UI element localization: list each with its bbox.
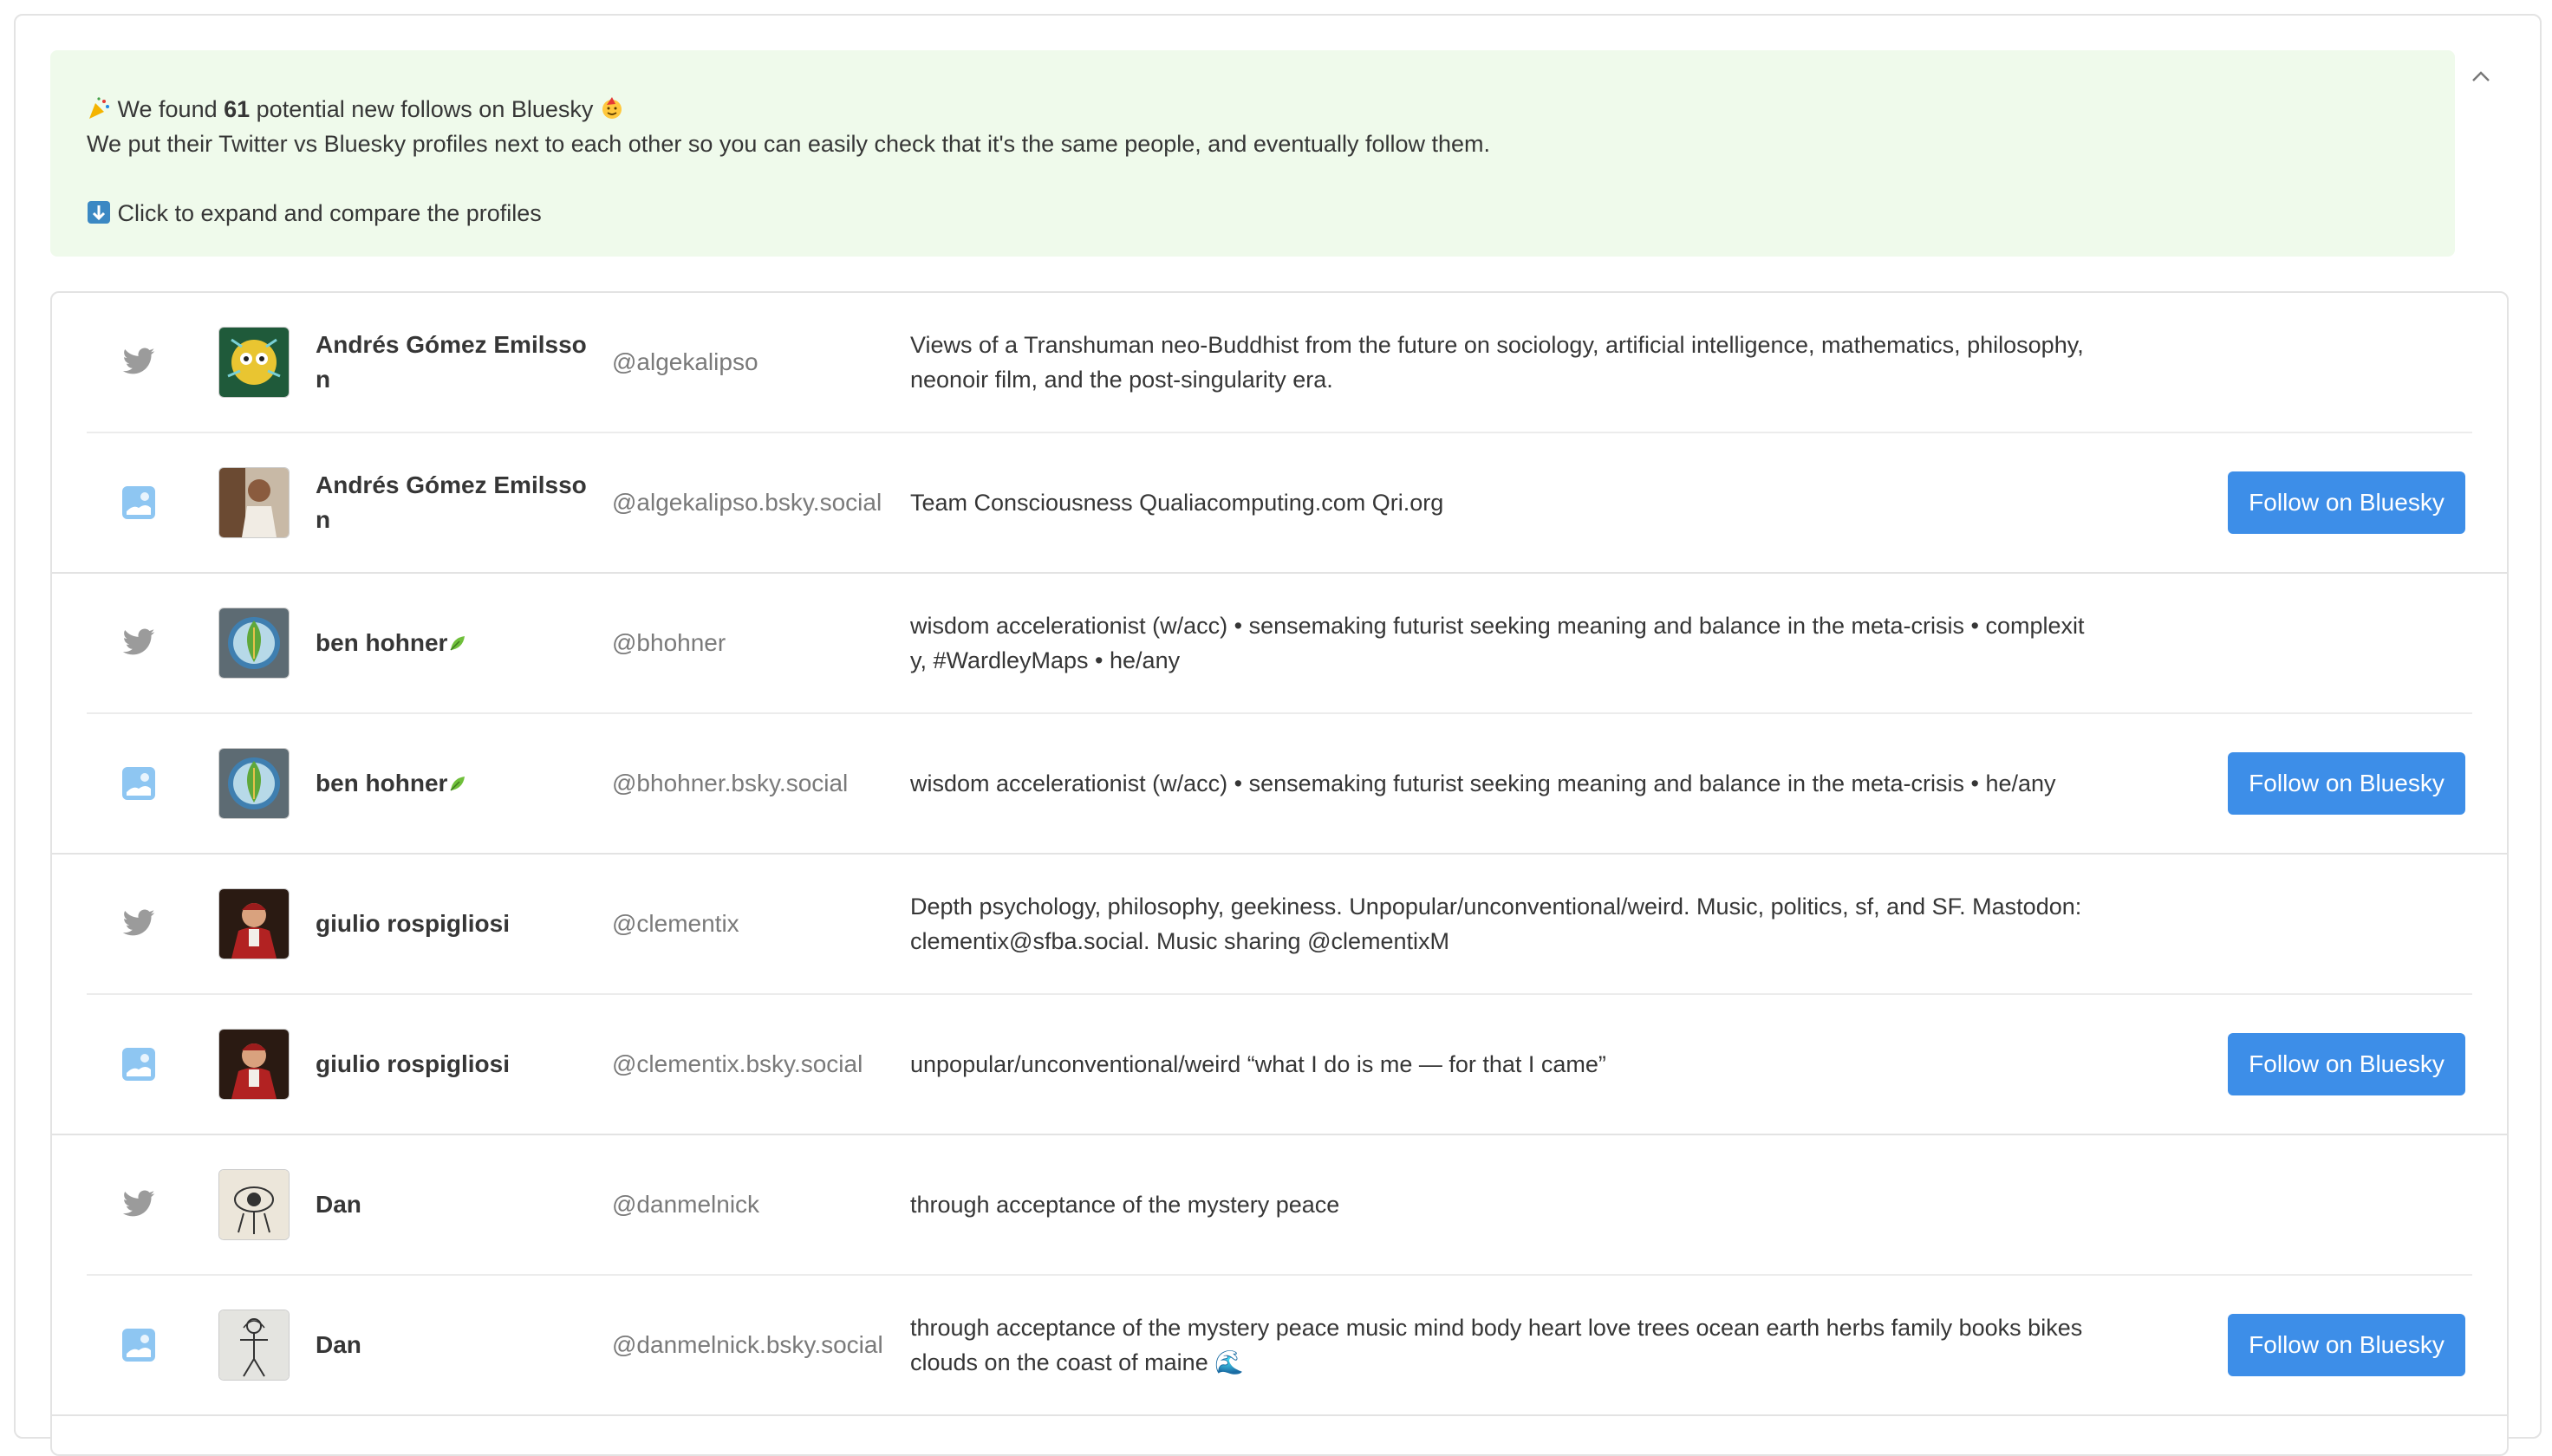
profile-name: giulio rospigliosi — [316, 1050, 510, 1077]
profile-handle[interactable]: @bhohner.bsky.social — [612, 770, 889, 797]
profile-bio: Team Consciousness Qualiacomputing.com Q… — [910, 490, 1444, 516]
chevron-up-icon — [2472, 71, 2490, 81]
profile-pair[interactable]: Andrés Gómez Emilsson @algekalipso Views… — [52, 293, 2507, 574]
party-face-icon — [602, 97, 622, 119]
follow-on-bluesky-button[interactable]: Follow on Bluesky — [2228, 1033, 2465, 1095]
profile-name: ben hohner — [316, 766, 593, 801]
avatar — [218, 608, 290, 679]
profile-handle[interactable]: @danmelnick — [612, 1191, 889, 1219]
profile-bio: Depth psychology, philosophy, geekiness.… — [910, 894, 2082, 954]
twitter-profile-row: ben hohner @bhohner wisdom accelerationi… — [87, 574, 2472, 714]
twitter-bird-icon — [121, 907, 156, 941]
profile-pair[interactable]: giulio rospigliosi @clementix Depth psyc… — [52, 855, 2507, 1135]
profile-handle[interactable]: @bhohner — [612, 629, 889, 657]
profile-name: Andrés Gómez Emilsson — [316, 471, 587, 533]
follows-panel: We found 61 potential new follows on Blu… — [14, 14, 2542, 1456]
profile-handle[interactable]: @algekalipso — [612, 348, 889, 376]
twitter-bird-icon — [121, 626, 156, 660]
party-popper-icon — [89, 97, 109, 119]
banner-line-1: We found 61 potential new follows on Blu… — [87, 92, 2419, 127]
avatar — [218, 748, 290, 819]
avatar — [218, 467, 290, 538]
collapse-button[interactable] — [2464, 59, 2498, 94]
profile-name: Andrés Gómez Emilsson — [316, 331, 587, 393]
leaf-icon — [450, 777, 465, 791]
follow-on-bluesky-button[interactable]: Follow on Bluesky — [2228, 1314, 2465, 1376]
profile-bio: through acceptance of the mystery peace — [910, 1192, 1340, 1218]
avatar — [218, 327, 290, 398]
profile-name-text: ben hohner — [316, 629, 448, 656]
profile-bio: Views of a Transhuman neo-Buddhist from … — [910, 332, 2084, 393]
profile-name-text: ben hohner — [316, 770, 448, 796]
profile-name: Dan — [316, 1191, 361, 1218]
twitter-profile-row: Dan @danmelnick through acceptance of th… — [87, 1135, 2472, 1276]
follow-on-bluesky-button[interactable]: Follow on Bluesky — [2228, 471, 2465, 534]
twitter-profile-row: Andrés Gómez Emilsson @algekalipso Views… — [87, 293, 2472, 433]
banner-line-3: Click to expand and compare the profiles — [87, 196, 2419, 231]
bluesky-logo-icon — [121, 485, 156, 520]
profile-handle[interactable]: @clementix — [612, 910, 889, 938]
avatar — [218, 1169, 290, 1240]
avatar — [218, 1310, 290, 1381]
bluesky-logo-icon — [121, 1328, 156, 1362]
avatar — [218, 1029, 290, 1100]
profile-bio: wisdom accelerationist (w/acc) • sensema… — [910, 613, 2085, 673]
profile-comparison-list: Andrés Gómez Emilsson @algekalipso Views… — [50, 291, 2509, 1456]
twitter-bird-icon — [121, 345, 156, 380]
match-count: 61 — [224, 96, 251, 122]
expand-hint: Click to expand and compare the profiles — [117, 200, 542, 226]
twitter-bird-icon — [121, 1187, 156, 1222]
profile-pair[interactable]: ben hohner @bhohner wisdom accelerationi… — [52, 574, 2507, 855]
profile-name: giulio rospigliosi — [316, 910, 510, 937]
banner-post-text: potential new follows on Bluesky — [250, 96, 594, 122]
twitter-profile-row: giulio rospigliosi @clementix Depth psyc… — [87, 855, 2472, 995]
banner-line-2: We put their Twitter vs Bluesky profiles… — [87, 131, 1490, 157]
profile-bio: wisdom accelerationist (w/acc) • sensema… — [910, 770, 2056, 796]
bluesky-profile-row: Andrés Gómez Emilsson @algekalipso.bsky.… — [87, 433, 2472, 572]
profile-handle[interactable]: @danmelnick.bsky.social — [612, 1331, 889, 1359]
bluesky-profile-row: giulio rospigliosi @clementix.bsky.socia… — [87, 995, 2472, 1134]
bluesky-profile-row: ben hohner @bhohner.bsky.social wisdom a… — [87, 714, 2472, 853]
bluesky-logo-icon — [121, 766, 156, 801]
results-banner[interactable]: We found 61 potential new follows on Blu… — [50, 50, 2455, 257]
bluesky-logo-icon — [121, 1047, 156, 1082]
follow-on-bluesky-button[interactable]: Follow on Bluesky — [2228, 752, 2465, 815]
profile-name: Dan — [316, 1331, 361, 1358]
profile-pair[interactable]: Dan @danmelnick through acceptance of th… — [52, 1135, 2507, 1416]
leaf-icon — [450, 636, 465, 651]
profile-bio: through acceptance of the mystery peace … — [910, 1315, 2083, 1375]
profile-handle[interactable]: @clementix.bsky.social — [612, 1050, 889, 1078]
profile-handle[interactable]: @algekalipso.bsky.social — [612, 489, 889, 517]
down-arrow-icon — [88, 201, 110, 224]
banner-pre-text: We found — [117, 96, 225, 122]
bluesky-profile-row: Dan @danmelnick.bsky.social through acce… — [87, 1276, 2472, 1414]
profile-name: ben hohner — [316, 626, 593, 660]
profile-bio: unpopular/unconventional/weird “what I d… — [910, 1051, 1606, 1077]
avatar — [218, 888, 290, 959]
